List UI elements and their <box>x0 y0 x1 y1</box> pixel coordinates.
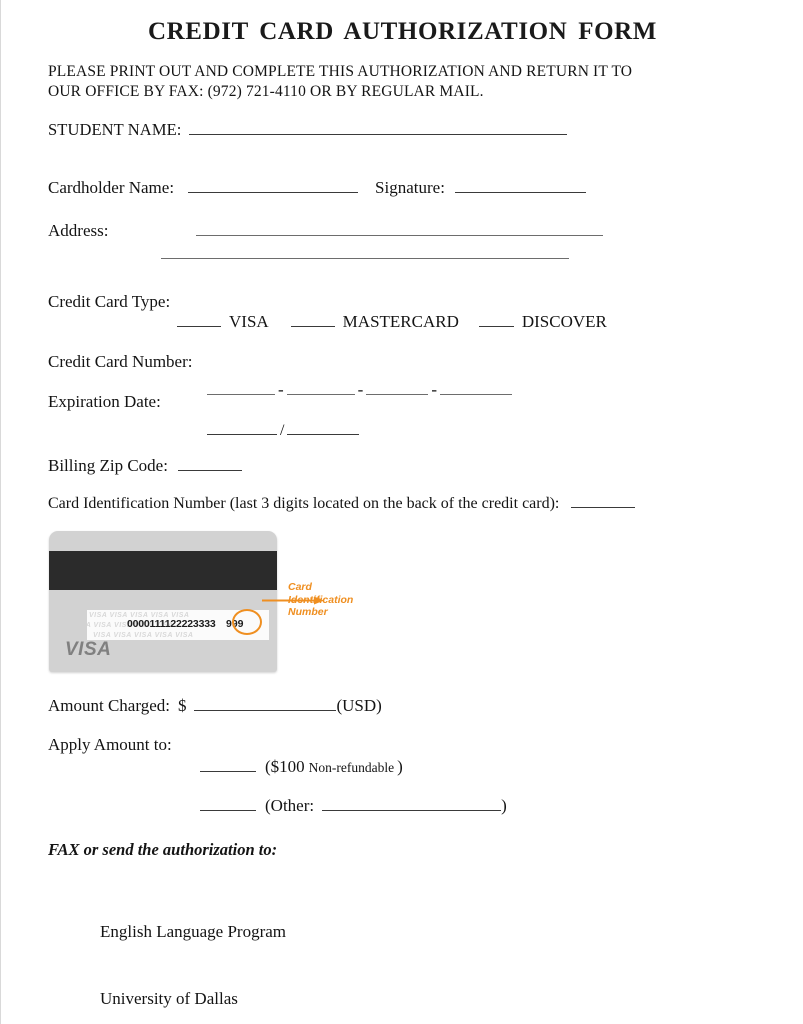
card-number-group-2[interactable] <box>286 394 355 395</box>
page-title: CREDIT CARD AUTHORIZATION FORM <box>148 18 657 45</box>
currency-suffix-label: (USD) <box>336 696 382 715</box>
signature-label: Signature: <box>375 178 445 197</box>
address-input-line-1[interactable] <box>196 235 604 236</box>
apply-nonrefundable-row: ($100 Non-refundable ) <box>200 757 403 777</box>
card-number-group-3[interactable] <box>366 394 429 395</box>
student-name-label: STUDENT NAME: <box>48 120 182 139</box>
discover-option-label: DISCOVER <box>521 312 607 331</box>
apply-nonrefundable-amount: ($100 <box>265 757 305 776</box>
expiration-date-label: Expiration Date: <box>48 392 161 411</box>
organization-address-block: English Language Program University of D… <box>100 877 400 1024</box>
billing-zip-row: Billing Zip Code: <box>48 456 242 476</box>
cid-annotation-line-1: Card <box>288 581 312 593</box>
amount-charged-input[interactable] <box>194 710 337 711</box>
magnetic-stripe <box>49 551 277 590</box>
intro-instructions: PLEASE PRINT OUT AND COMPLETE THIS AUTHO… <box>48 62 688 102</box>
billing-zip-label: Billing Zip Code: <box>48 456 168 475</box>
student-name-row: STUDENT NAME: <box>48 120 568 140</box>
credit-card-type-row: Credit Card Type: <box>48 292 170 312</box>
billing-zip-input[interactable] <box>177 470 242 471</box>
expiration-date-row: Expiration Date: <box>48 392 161 412</box>
credit-card-number-inputs: - - - <box>207 380 513 400</box>
apply-nonrefundable-close: ) <box>397 757 403 776</box>
credit-card-back-illustration: VISA VISA VISA VISA VISA VISA VISA VISA … <box>49 531 277 672</box>
mastercard-option-label: MASTERCARD <box>342 312 459 331</box>
intro-line-1: PLEASE PRINT OUT AND COMPLETE THIS AUTHO… <box>48 63 633 80</box>
expiration-date-inputs: / <box>207 422 360 440</box>
expiration-year-input[interactable] <box>287 434 360 435</box>
credit-card-number-label: Credit Card Number: <box>48 352 193 371</box>
card-number-separator-2: - <box>357 380 364 399</box>
cardholder-name-input[interactable] <box>188 192 359 193</box>
card-number-group-1[interactable] <box>207 394 275 395</box>
address-label: Address: <box>48 221 109 240</box>
credit-card-type-options: VISA MASTERCARD DISCOVER <box>177 312 607 332</box>
amount-charged-label: Amount Charged: <box>48 696 170 715</box>
card-identification-number-label: Card Identification Number (last 3 digit… <box>48 495 560 512</box>
address-row-1: Address: <box>48 221 604 241</box>
address-row-2 <box>161 258 569 259</box>
currency-symbol: $ <box>177 696 187 715</box>
card-number-separator-3: - <box>431 380 438 399</box>
card-number-separator-1: - <box>278 380 284 399</box>
cid-annotation-line-2: Identification <box>288 593 354 606</box>
mastercard-checkbox-line[interactable] <box>290 326 335 327</box>
apply-amount-row: Apply Amount to: <box>48 735 172 755</box>
student-name-input[interactable] <box>189 134 568 135</box>
card-number-printed: 0000111122223333 <box>127 618 216 630</box>
card-number-group-4[interactable] <box>440 394 513 395</box>
card-identification-number-row: Card Identification Number (last 3 digit… <box>48 495 636 513</box>
amount-charged-row: Amount Charged: $ (USD) <box>48 696 382 716</box>
visa-checkbox-line[interactable] <box>177 326 221 327</box>
cid-highlight-circle <box>232 609 262 635</box>
credit-card-number-row: Credit Card Number: <box>48 352 192 372</box>
apply-other-input[interactable] <box>200 810 256 811</box>
expiration-month-input[interactable] <box>207 434 277 435</box>
cid-annotation-text: Card Identification Number <box>288 581 353 619</box>
card-identification-number-input[interactable] <box>571 507 636 508</box>
apply-other-description-input[interactable] <box>322 810 502 811</box>
apply-other-label: (Other: <box>265 796 315 815</box>
credit-card-type-label: Credit Card Type: <box>48 292 171 311</box>
signature-input[interactable] <box>454 192 586 193</box>
address-university: University of Dallas <box>100 989 238 1009</box>
cardholder-name-row: Cardholder Name: Signature: <box>48 178 586 198</box>
fax-instructions-heading: FAX or send the authorization to: <box>48 840 278 859</box>
apply-other-close: ) <box>501 796 507 815</box>
apply-other-row: (Other: ) <box>200 796 507 816</box>
address-org-name: English Language Program <box>100 922 287 942</box>
address-input-line-2[interactable] <box>161 258 569 259</box>
visa-option-label: VISA <box>229 312 269 331</box>
intro-line-2: OUR OFFICE BY FAX: (972) 721-4110 OR BY … <box>48 83 484 100</box>
apply-nonrefundable-input[interactable] <box>200 771 256 772</box>
visa-brand-logo: VISA <box>65 639 112 660</box>
cardholder-name-label: Cardholder Name: <box>48 178 175 197</box>
credit-card-authorization-form-page: CREDIT CARD AUTHORIZATION FORM PLEASE PR… <box>0 0 803 1024</box>
discover-checkbox-line[interactable] <box>478 326 514 327</box>
apply-nonrefundable-text: Non-refundable <box>308 760 395 775</box>
apply-amount-label: Apply Amount to: <box>48 735 172 754</box>
expiration-separator: / <box>280 422 285 439</box>
cid-annotation-line-3: Number <box>288 606 328 618</box>
